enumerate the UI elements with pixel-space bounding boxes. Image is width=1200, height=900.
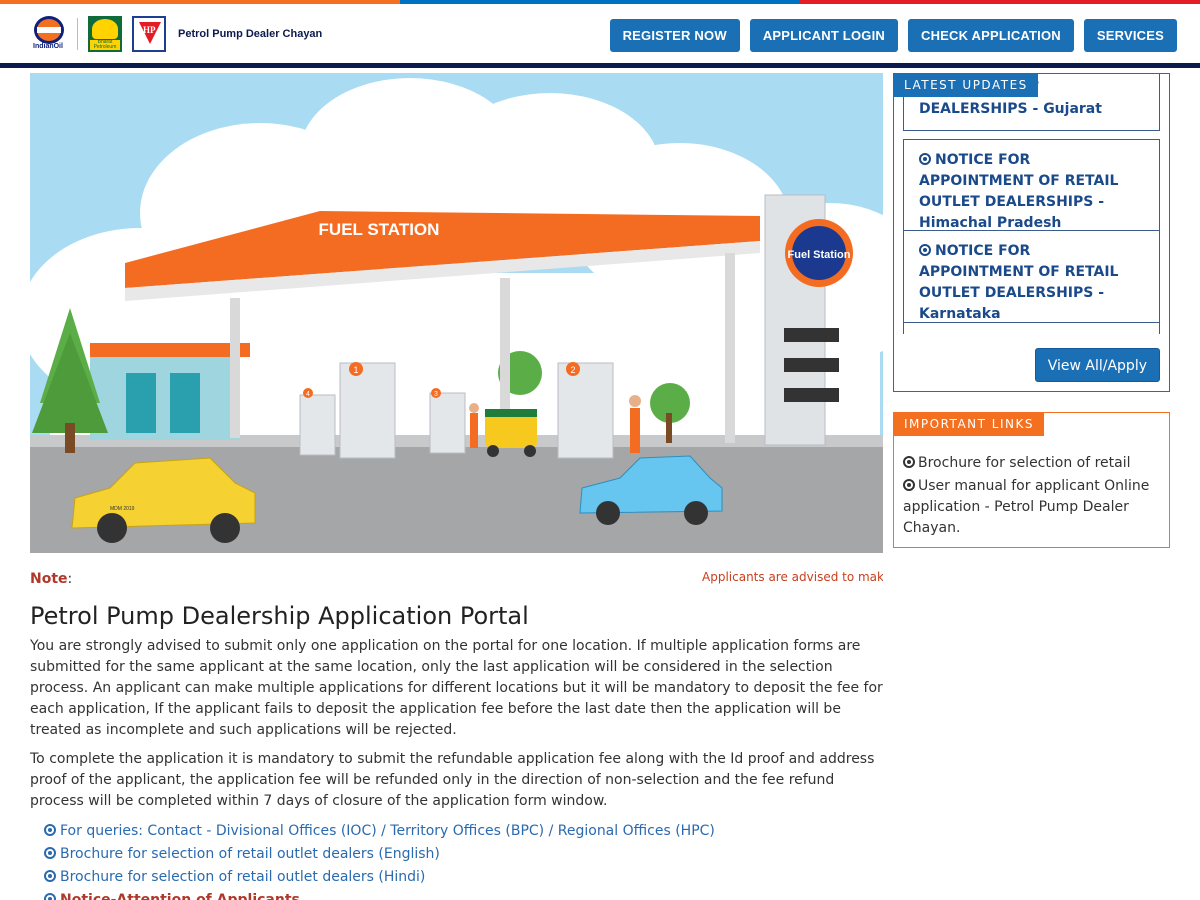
brochure-hindi-link[interactable]: Brochure for selection of retail outlet … bbox=[44, 866, 885, 889]
circle-dot-icon bbox=[44, 893, 56, 900]
notice-attention-link[interactable]: Notice-Attention of Applicants bbox=[44, 889, 885, 900]
pylon-sign: Fuel Station bbox=[788, 249, 851, 261]
note-row: Note: Applicants are advised to make a bbox=[30, 568, 883, 590]
link-label: User manual for applicant Online applica… bbox=[903, 478, 1150, 536]
user-manual-link[interactable]: User manual for applicant Online applica… bbox=[903, 476, 1163, 539]
link-label: Brochure for selection of retail bbox=[918, 455, 1131, 471]
link-label: Brochure for selection of retail outlet … bbox=[60, 846, 440, 862]
circle-dot-icon bbox=[903, 479, 915, 491]
update-item-karnataka[interactable]: NOTICE FOR APPOINTMENT OF RETAIL OUTLET … bbox=[903, 230, 1160, 334]
bharat-petroleum-logo: Bharat Petroleum bbox=[88, 16, 122, 52]
note-marquee: Applicants are advised to make a bbox=[702, 570, 883, 584]
link-label: Brochure for selection of retail outlet … bbox=[60, 869, 426, 885]
register-now-button[interactable]: REGISTER NOW bbox=[609, 19, 740, 52]
note-label: Note: bbox=[30, 571, 72, 587]
circle-dot-icon bbox=[919, 153, 931, 165]
circle-dot-icon bbox=[919, 244, 931, 256]
hp-logo: HP bbox=[132, 16, 166, 52]
logo-group[interactable]: IndianOil Bharat Petroleum HP Petrol Pum… bbox=[33, 16, 322, 52]
indianoil-logo-text: IndianOil bbox=[33, 43, 63, 50]
view-all-apply-button[interactable]: View All/Apply bbox=[1034, 348, 1160, 382]
main-content: Petrol Pump Dealership Application Porta… bbox=[30, 602, 885, 900]
pump-number-1: 1 bbox=[353, 365, 358, 375]
check-application-button[interactable]: CHECK APPLICATION bbox=[907, 19, 1074, 52]
notice-label: Notice bbox=[60, 892, 111, 900]
notice-label-rest: -Attention of Applicants bbox=[110, 892, 300, 900]
queries-contact-link[interactable]: For queries: Contact - Divisional Office… bbox=[44, 820, 885, 843]
important-links-panel: IMPORTANT LINKS Brochure for selection o… bbox=[893, 412, 1170, 548]
link-label: For queries: Contact - Divisional Office… bbox=[60, 823, 715, 839]
site-header: IndianOil Bharat Petroleum HP Petrol Pum… bbox=[0, 4, 1200, 63]
canopy-sign: FUEL STATION bbox=[319, 220, 440, 239]
note-colon: : bbox=[67, 571, 73, 587]
applicant-login-button[interactable]: APPLICANT LOGIN bbox=[749, 19, 898, 52]
header-divider-bar bbox=[0, 63, 1200, 68]
brochure-retail-link[interactable]: Brochure for selection of retail bbox=[903, 453, 1163, 474]
updates-scroller[interactable]: RETAIL OUTLET DEALERSHIPS - Gujarat NOTI… bbox=[903, 74, 1161, 334]
update-text: NOTICE FOR APPOINTMENT OF RETAIL OUTLET … bbox=[919, 243, 1119, 322]
pump-number-4: 4 bbox=[306, 391, 310, 398]
update-text: NOTICE FOR APPOINTMENT OF RETAIL OUTLET … bbox=[919, 152, 1119, 231]
car-plate-yellow: MDM 2019 bbox=[110, 506, 135, 512]
circle-dot-icon bbox=[44, 847, 56, 859]
bharat-logo-text: Bharat Petroleum bbox=[90, 40, 120, 50]
hp-logo-text: HP bbox=[143, 25, 156, 35]
latest-updates-heading: LATEST UPDATES bbox=[894, 74, 1038, 97]
important-links-heading: IMPORTANT LINKS bbox=[894, 413, 1044, 436]
fee-paragraph: To complete the application it is mandat… bbox=[30, 751, 875, 809]
update-item-next[interactable] bbox=[903, 322, 1160, 334]
note-label-text: Note bbox=[30, 571, 68, 587]
logo-separator bbox=[77, 18, 78, 50]
pump-number-3: 3 bbox=[434, 391, 438, 398]
pump-number-2: 2 bbox=[570, 365, 575, 375]
important-links-list: Brochure for selection of retail User ma… bbox=[903, 453, 1163, 541]
circle-dot-icon bbox=[44, 824, 56, 836]
fuel-station-illustration: FUEL STATION 1 2 3 4 Fuel Station MDM 20… bbox=[30, 73, 883, 553]
portal-links: For queries: Contact - Divisional Office… bbox=[44, 820, 885, 900]
indianoil-logo: IndianOil bbox=[33, 16, 67, 52]
brand-name: Petrol Pump Dealer Chayan bbox=[178, 28, 323, 40]
brochure-english-link[interactable]: Brochure for selection of retail outlet … bbox=[44, 843, 885, 866]
page-title: Petrol Pump Dealership Application Porta… bbox=[30, 602, 529, 630]
hero-banner: FUEL STATION 1 2 3 4 Fuel Station MDM 20… bbox=[30, 73, 883, 553]
circle-dot-icon bbox=[44, 870, 56, 882]
circle-dot-icon bbox=[903, 456, 915, 468]
advisory-paragraph: You are strongly advised to submit only … bbox=[30, 638, 883, 738]
main-nav: REGISTER NOW APPLICANT LOGIN CHECK APPLI… bbox=[600, 19, 1177, 52]
services-button[interactable]: SERVICES bbox=[1083, 19, 1177, 52]
latest-updates-panel: LATEST UPDATES RETAIL OUTLET DEALERSHIPS… bbox=[893, 73, 1170, 392]
